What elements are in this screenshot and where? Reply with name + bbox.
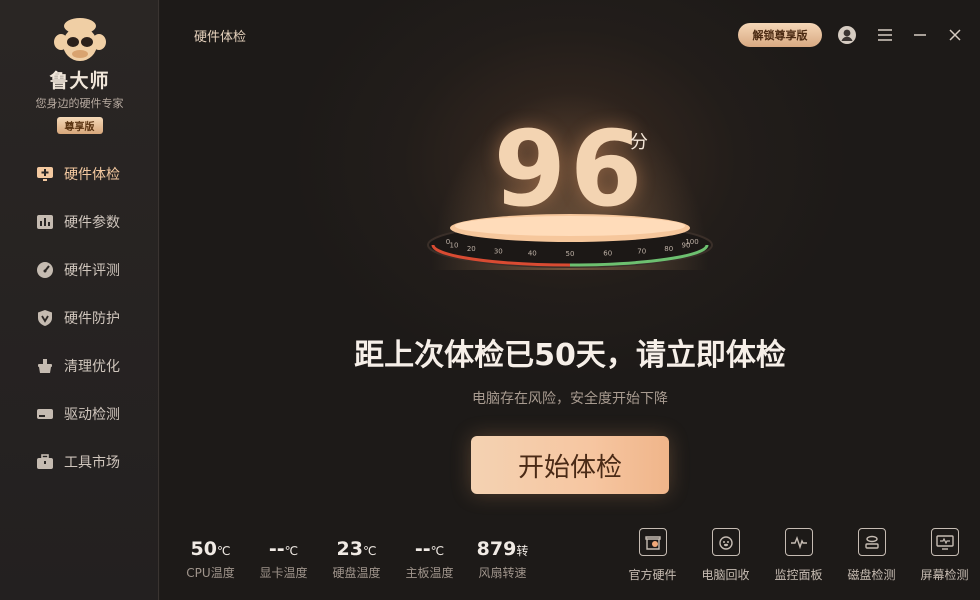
broom-icon xyxy=(36,357,54,375)
gauge-tick-label: 30 xyxy=(494,248,503,256)
subline-message: 电脑存在风险，安全度开始下降 xyxy=(472,391,668,407)
sidebar-item-label: 硬件参数 xyxy=(64,215,120,231)
tool-label: 官方硬件 xyxy=(628,568,677,582)
sidebar-item-hardware-check[interactable]: 硬件体检 xyxy=(0,150,159,198)
main-content: 硬件体检 解锁尊享版 96 分 0 10 20 30 40 50 60 70 80 90 100 距… xyxy=(160,0,980,600)
stat-unit: ℃ xyxy=(430,544,445,558)
tool-disk-check[interactable]: 磁盘检测 xyxy=(835,528,908,583)
page-title: 硬件体检 xyxy=(194,30,247,45)
toolbox-icon xyxy=(36,453,54,471)
stat-unit: 转 xyxy=(516,544,529,558)
shop-icon xyxy=(638,528,667,556)
stat-label: 风扇转速 xyxy=(478,566,527,580)
monitor-panel-icon xyxy=(784,528,813,556)
tool-screen-check[interactable]: 屏幕检测 xyxy=(908,528,980,583)
tool-monitor-panel[interactable]: 监控面板 xyxy=(762,528,835,583)
close-icon[interactable] xyxy=(945,25,965,45)
stat-fan-speed: 879转 风扇转速 xyxy=(466,538,539,581)
monkey-logo-icon xyxy=(51,16,109,64)
gauge-tick-label: 20 xyxy=(467,245,476,253)
shield-icon xyxy=(36,309,54,327)
sidebar-item-label: 工具市场 xyxy=(64,455,120,471)
gauge-tick-label: 80 xyxy=(664,245,673,253)
tool-label: 监控面板 xyxy=(774,568,823,582)
stats-bar: 50℃ CPU温度 --℃ 显卡温度 23℃ 硬盘温度 --℃ 主板温度 879… xyxy=(174,538,539,581)
stat-value: -- xyxy=(268,538,285,560)
sidebar-item-driver-check[interactable]: 驱动检测 xyxy=(0,390,159,438)
sidebar-nav: 硬件体检 硬件参数 硬件评测 硬件防护 清理优化 驱动检测 工具市场 xyxy=(0,150,159,486)
sidebar-item-label: 清理优化 xyxy=(64,359,120,375)
unlock-premium-button[interactable]: 解锁尊享版 xyxy=(738,23,822,47)
sidebar-item-label: 驱动检测 xyxy=(64,407,120,423)
screen-icon xyxy=(930,528,959,556)
menu-icon[interactable] xyxy=(875,25,895,45)
drive-icon xyxy=(36,405,54,423)
tool-label: 磁盘检测 xyxy=(847,568,896,582)
stat-gpu-temp: --℃ 显卡温度 xyxy=(247,538,320,581)
app-name: 鲁大师 xyxy=(49,70,110,92)
sidebar-item-label: 硬件评测 xyxy=(64,263,120,279)
recycle-pig-icon xyxy=(711,528,740,556)
stat-value: -- xyxy=(414,538,431,560)
score-gauge: 0 10 20 30 40 50 60 70 80 90100 xyxy=(427,214,713,268)
app-tagline: 您身边的硬件专家 xyxy=(35,97,124,110)
gauge-tick-label: 40 xyxy=(528,249,537,257)
stat-value: 23 xyxy=(336,538,363,560)
minimize-icon[interactable] xyxy=(910,25,930,45)
stat-unit: ℃ xyxy=(284,544,299,558)
stat-board-temp: --℃ 主板温度 xyxy=(393,538,466,581)
stat-label: CPU温度 xyxy=(186,566,235,580)
stat-label: 硬盘温度 xyxy=(332,566,381,580)
tool-official-hardware[interactable]: 官方硬件 xyxy=(616,528,689,583)
logo-area: 鲁大师 您身边的硬件专家 尊享版 xyxy=(0,16,159,134)
stat-label: 显卡温度 xyxy=(259,566,308,580)
gauge-tick-label: 70 xyxy=(637,248,646,256)
sidebar-item-label: 硬件体检 xyxy=(64,167,120,183)
headline-message: 距上次体检已50天，请立即体检 xyxy=(354,338,786,373)
stat-value: 879 xyxy=(476,538,517,560)
sidebar-item-tool-market[interactable]: 工具市场 xyxy=(0,438,159,486)
user-avatar-icon[interactable] xyxy=(837,25,857,45)
tool-shortcuts: 官方硬件 电脑回收 监控面板 磁盘检测 屏幕检测 xyxy=(616,528,980,583)
score-unit: 分 xyxy=(630,132,648,153)
stat-value: 50 xyxy=(190,538,217,560)
gauge-tick-label: 60 xyxy=(603,249,612,257)
gauge-tick-label: 50 xyxy=(566,250,575,258)
speedometer-icon xyxy=(36,261,54,279)
stat-disk-temp: 23℃ 硬盘温度 xyxy=(320,538,393,581)
tool-label: 电脑回收 xyxy=(701,568,750,582)
sidebar-item-label: 硬件防护 xyxy=(64,311,120,327)
start-check-button[interactable]: 开始体检 xyxy=(471,436,669,494)
sidebar-item-hardware-benchmark[interactable]: 硬件评测 xyxy=(0,246,159,294)
stat-unit: ℃ xyxy=(216,544,231,558)
gauge-tick-label: 100 xyxy=(685,238,698,246)
sidebar-item-hardware-params[interactable]: 硬件参数 xyxy=(0,198,159,246)
stat-label: 主板温度 xyxy=(405,566,454,580)
tool-pc-recycle[interactable]: 电脑回收 xyxy=(689,528,762,583)
stat-unit: ℃ xyxy=(362,544,377,558)
disk-icon xyxy=(857,528,886,556)
plus-monitor-icon xyxy=(36,165,54,183)
edition-badge: 尊享版 xyxy=(56,117,103,134)
bar-chart-icon xyxy=(36,213,54,231)
tool-label: 屏幕检测 xyxy=(920,568,969,582)
gauge-tick-label: 10 xyxy=(450,242,459,250)
sidebar: 鲁大师 您身边的硬件专家 尊享版 硬件体检 硬件参数 硬件评测 硬件防护 清理优… xyxy=(0,0,159,600)
stat-cpu-temp: 50℃ CPU温度 xyxy=(174,538,247,581)
sidebar-item-cleanup[interactable]: 清理优化 xyxy=(0,342,159,390)
sidebar-item-hardware-protection[interactable]: 硬件防护 xyxy=(0,294,159,342)
